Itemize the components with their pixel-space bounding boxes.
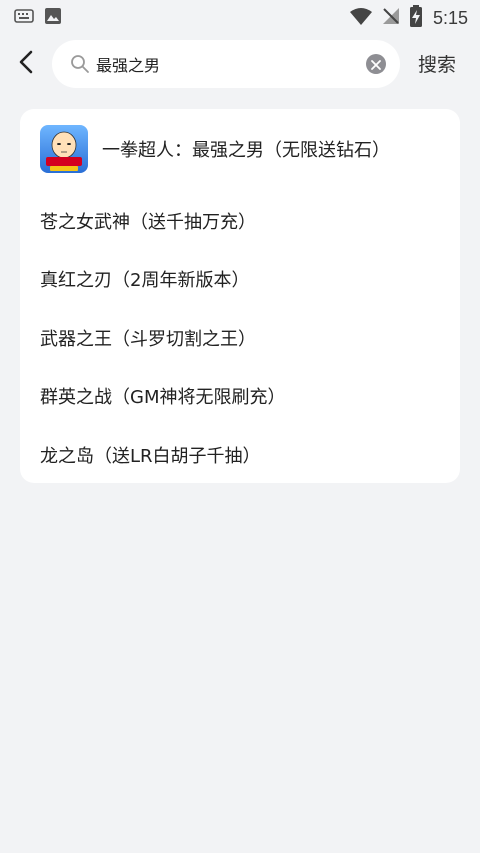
close-icon (371, 55, 381, 74)
one-punch-man-game-icon (40, 125, 88, 173)
result-item[interactable]: 龙之岛（送LR白胡子千抽） (40, 443, 261, 471)
search-input[interactable] (96, 40, 356, 88)
search-submit-button[interactable]: 搜索 (418, 50, 456, 77)
no-signal-icon (381, 6, 401, 30)
top-result-item[interactable]: 一拳超人：最强之男（无限送钻石） (40, 125, 390, 173)
result-item[interactable]: 群英之战（GM神将无限刷充） (40, 384, 285, 412)
result-item[interactable]: 武器之王（斗罗切割之王） (40, 326, 256, 354)
image-icon (44, 7, 62, 29)
search-screen: 5:15 最强之男 搜索 一拳超人：最强之男（无限送钻石） 苍之女武神（送千抽万… (0, 0, 480, 853)
keyboard-icon (14, 8, 34, 28)
result-item[interactable]: 真红之刃（2周年新版本） (40, 267, 249, 295)
search-results-card: 一拳超人：最强之男（无限送钻石） 苍之女武神（送千抽万充） 真红之刃（2周年新版… (20, 109, 460, 483)
chevron-left-icon (18, 49, 34, 79)
clear-search-button[interactable] (366, 54, 386, 74)
status-time: 5:15 (432, 7, 468, 28)
search-header: 搜索 (0, 38, 480, 90)
wifi-icon (349, 6, 373, 30)
search-box (52, 40, 400, 88)
status-right-icons: 5:15 (349, 5, 468, 31)
back-button[interactable] (12, 50, 40, 78)
result-item[interactable]: 苍之女武神（送千抽万充） (40, 209, 256, 237)
top-result-title: 一拳超人：最强之男（无限送钻石） (102, 140, 390, 161)
status-left-icons (14, 7, 62, 29)
battery-charging-icon (409, 5, 423, 31)
search-icon (70, 54, 90, 74)
status-bar: 5:15 (0, 0, 480, 34)
